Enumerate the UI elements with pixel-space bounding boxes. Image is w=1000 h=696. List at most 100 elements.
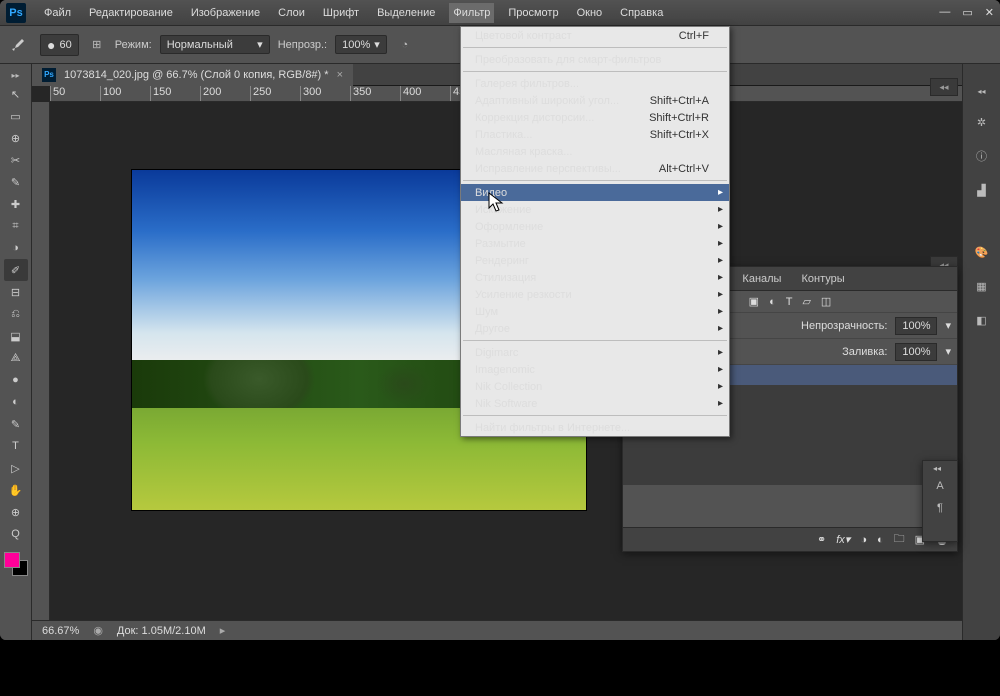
character-icon[interactable]: A	[923, 475, 957, 497]
tool-20[interactable]: Q	[4, 523, 28, 545]
tool-16[interactable]: T	[4, 435, 28, 457]
toolbox-collapse[interactable]: ▸▸	[2, 68, 30, 82]
dropdown-icon[interactable]: ▾	[945, 345, 951, 358]
menu-изображение[interactable]: Изображение	[187, 3, 264, 23]
filter-shape-icon[interactable]: ▱	[802, 295, 810, 308]
panel-tab-Контуры[interactable]: Контуры	[791, 267, 854, 291]
filter-adjust-icon[interactable]: ◐	[769, 296, 776, 308]
info-icon[interactable]: ⓘ	[972, 146, 992, 166]
menu-item-Nik-Collection[interactable]: Nik Collection	[461, 378, 729, 395]
maximize-button[interactable]: ▭	[962, 6, 972, 19]
brush-size-field[interactable]: ● 60	[40, 34, 79, 56]
menu-item-Другое[interactable]: Другое	[461, 320, 729, 337]
collapsed-panel-1[interactable]: ◂◂	[930, 78, 958, 96]
menu-item-Пластика-[interactable]: Пластика...Shift+Ctrl+X	[461, 126, 729, 143]
menu-item-label: Рендеринг	[475, 255, 529, 267]
menu-шрифт[interactable]: Шрифт	[319, 3, 363, 23]
tool-10[interactable]: ⎌	[4, 303, 28, 325]
menu-item-label: Видео	[475, 187, 507, 199]
dropdown-icon[interactable]: ▾	[945, 319, 951, 332]
menu-редактирование[interactable]: Редактирование	[85, 3, 177, 23]
color-swatches[interactable]	[4, 552, 28, 576]
window-controls: — ▭ ✕	[939, 6, 994, 19]
tool-18[interactable]: ✋	[4, 479, 28, 501]
menu-выделение[interactable]: Выделение	[373, 3, 439, 23]
tool-15[interactable]: ✎	[4, 413, 28, 435]
menu-item-Digimarc[interactable]: Digimarc	[461, 344, 729, 361]
tool-7[interactable]: ◑	[4, 237, 28, 259]
close-tab-icon[interactable]: ×	[337, 69, 343, 81]
tool-1[interactable]: ▭	[4, 105, 28, 127]
swatches-icon[interactable]: ▦	[972, 276, 992, 296]
paragraph-icon[interactable]: ¶	[923, 497, 957, 519]
link-icon[interactable]: ⚭	[817, 533, 826, 546]
dock-collapse[interactable]: ◂◂	[968, 84, 996, 98]
styles-icon[interactable]: ◧	[972, 310, 992, 330]
opacity-field[interactable]: 100%▾	[335, 35, 387, 54]
tool-14[interactable]: ◐	[4, 391, 28, 413]
adjustment-icon[interactable]: ◐	[877, 534, 884, 546]
menu-фильтр[interactable]: Фильтр	[449, 3, 494, 23]
brush-preset-icon[interactable]: ⊞	[87, 38, 107, 51]
panel-tab-Каналы[interactable]: Каналы	[732, 267, 791, 291]
document-tab[interactable]: Ps 1073814_020.jpg @ 66.7% (Слой 0 копия…	[32, 64, 353, 86]
histogram-icon[interactable]: ▟	[972, 180, 992, 200]
zoom-level[interactable]: 66.67%	[42, 625, 79, 637]
menu-item-Стилизация[interactable]: Стилизация	[461, 269, 729, 286]
menu-item-Искажение[interactable]: Искажение	[461, 201, 729, 218]
menu-item-Рендеринг[interactable]: Рендеринг	[461, 252, 729, 269]
status-arrow-icon[interactable]: ▸	[220, 624, 226, 637]
menu-item-Галерея-фильтров-[interactable]: Галерея фильтров...	[461, 75, 729, 92]
ruler-mark: 100	[100, 86, 150, 101]
menu-item-Цветовой-контраст[interactable]: Цветовой контрастCtrl+F	[461, 27, 729, 44]
tool-3[interactable]: ✂	[4, 149, 28, 171]
menu-справка[interactable]: Справка	[616, 3, 667, 23]
menu-окно[interactable]: Окно	[573, 3, 607, 23]
mask-icon[interactable]: ◑	[860, 534, 867, 546]
menu-item-Оформление[interactable]: Оформление	[461, 218, 729, 235]
tool-6[interactable]: ⌗	[4, 215, 28, 237]
tool-9[interactable]: ⊟	[4, 281, 28, 303]
menu-item-Imagenomic[interactable]: Imagenomic	[461, 361, 729, 378]
tool-13[interactable]: ●	[4, 369, 28, 391]
layer-opacity-input[interactable]	[895, 317, 937, 335]
menu-item-Шум[interactable]: Шум	[461, 303, 729, 320]
menu-item-Найти-фильтры-в-Интернете-[interactable]: Найти фильтры в Интернете...	[461, 419, 729, 436]
menu-item-Исправление-перспективы-[interactable]: Исправление перспективы...Alt+Ctrl+V	[461, 160, 729, 177]
layer-fill-input[interactable]	[895, 343, 937, 361]
menu-item-Усиление-резкости[interactable]: Усиление резкости	[461, 286, 729, 303]
tool-0[interactable]: ↖	[4, 83, 28, 105]
color-icon[interactable]: 🎨	[972, 242, 992, 262]
blend-mode-select[interactable]: Нормальный▾	[160, 35, 270, 54]
filter-text-icon[interactable]: T	[786, 296, 793, 308]
fx-icon[interactable]: fx▾	[836, 533, 850, 546]
close-button[interactable]: ✕	[985, 6, 994, 19]
tool-17[interactable]: ▷	[4, 457, 28, 479]
menu-item-Адаптивный-широкий-угол-[interactable]: Адаптивный широкий угол...Shift+Ctrl+A	[461, 92, 729, 109]
menu-item-Коррекция-дисторсии-[interactable]: Коррекция дисторсии...Shift+Ctrl+R	[461, 109, 729, 126]
tool-11[interactable]: ⬓	[4, 325, 28, 347]
filter-smart-icon[interactable]: ◫	[821, 295, 831, 308]
mini-collapse[interactable]: ◂◂	[923, 461, 951, 475]
menu-файл[interactable]: Файл	[40, 3, 75, 23]
menu-item-Nik-Software[interactable]: Nik Software	[461, 395, 729, 412]
tool-19[interactable]: ⊕	[4, 501, 28, 523]
menu-item-Масляная-краска-[interactable]: Масляная краска...	[461, 143, 729, 160]
group-icon[interactable]: 🗀	[894, 530, 905, 549]
navigator-icon[interactable]: ✲	[972, 112, 992, 132]
menu-слои[interactable]: Слои	[274, 3, 309, 23]
tool-4[interactable]: ✎	[4, 171, 28, 193]
minimize-button[interactable]: —	[939, 6, 950, 19]
brush-tool-icon[interactable]	[8, 33, 32, 57]
menu-item-Преобразовать-для-смарт-фильтров[interactable]: Преобразовать для смарт-фильтров	[461, 51, 729, 68]
tool-12[interactable]: ⟁	[4, 347, 28, 369]
menu-item-Видео[interactable]: Видео	[461, 184, 729, 201]
filter-image-icon[interactable]: ▣	[749, 295, 759, 308]
menu-просмотр[interactable]: Просмотр	[504, 3, 562, 23]
pressure-icon[interactable]: ◔	[395, 39, 415, 51]
tool-2[interactable]: ⊕	[4, 127, 28, 149]
menu-item-Размытие[interactable]: Размытие	[461, 235, 729, 252]
tool-8[interactable]: ✐	[4, 259, 28, 281]
foreground-color[interactable]	[4, 552, 20, 568]
tool-5[interactable]: ✚	[4, 193, 28, 215]
